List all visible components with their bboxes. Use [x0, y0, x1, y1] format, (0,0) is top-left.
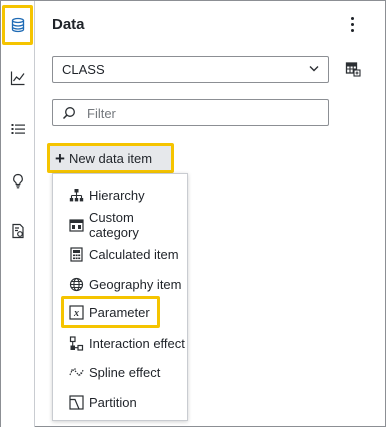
calculator-icon	[70, 246, 83, 262]
globe-icon	[69, 277, 84, 291]
menu-item-label: Calculated item	[89, 246, 179, 262]
svg-text:x: x	[73, 308, 79, 319]
data-pane: Data CLASS + New data item	[0, 0, 386, 427]
rail-outline-button[interactable]	[4, 115, 32, 143]
new-data-item-button[interactable]: + New data item	[47, 143, 174, 173]
menu-item-label: Parameter	[89, 304, 150, 320]
data-source-selected: CLASS	[62, 62, 105, 77]
hierarchy-icon	[69, 188, 84, 201]
panel-title: Data	[52, 16, 85, 33]
menu-item-parameter[interactable]: x Parameter	[61, 296, 160, 328]
new-data-item-label: New data item	[68, 150, 153, 166]
custom-category-icon	[69, 218, 84, 232]
menu-item-label: Geography item	[89, 276, 182, 292]
line-chart-icon	[10, 71, 25, 86]
interaction-effect-icon	[69, 335, 84, 351]
rail-options-button[interactable]	[4, 217, 32, 245]
plus-icon: +	[55, 148, 65, 168]
database-icon	[11, 17, 24, 33]
data-source-table-icon[interactable]	[345, 61, 361, 77]
rail-suggestions-button[interactable]	[4, 167, 32, 195]
search-icon	[62, 107, 75, 120]
menu-item-spline-effect[interactable]: Spline effect	[53, 358, 187, 386]
menu-item-custom-category[interactable]: Custom category	[53, 210, 187, 240]
data-source-select[interactable]: CLASS	[52, 56, 329, 83]
parameter-icon: x	[69, 304, 84, 320]
menu-item-hierarchy[interactable]: Hierarchy	[53, 181, 187, 209]
filter-field[interactable]	[52, 99, 329, 126]
rail-data-button[interactable]	[2, 5, 33, 45]
menu-item-partition[interactable]: Partition	[53, 388, 187, 416]
menu-item-label: Custom category	[89, 210, 139, 240]
filter-input[interactable]	[87, 104, 317, 122]
partition-icon	[69, 394, 84, 410]
menu-item-calculated-item[interactable]: Calculated item	[53, 240, 187, 268]
list-icon	[11, 124, 25, 134]
spline-effect-icon	[69, 367, 84, 376]
lightbulb-icon	[13, 173, 23, 189]
menu-item-label: Hierarchy	[89, 187, 145, 203]
menu-item-label: Partition	[89, 394, 137, 410]
menu-item-geography-item[interactable]: Geography item	[53, 270, 187, 298]
menu-item-interaction-effect[interactable]: Interaction effect	[53, 329, 187, 357]
left-rail	[1, 1, 35, 427]
menu-item-label: Spline effect	[89, 364, 161, 380]
document-settings-icon	[12, 223, 24, 239]
chevron-down-icon	[309, 66, 319, 72]
rail-objects-button[interactable]	[4, 64, 32, 92]
more-options-icon[interactable]	[344, 14, 360, 34]
new-data-item-menu: Hierarchy Custom category Calculated ite…	[52, 173, 188, 421]
menu-item-label: Interaction effect	[89, 335, 185, 351]
